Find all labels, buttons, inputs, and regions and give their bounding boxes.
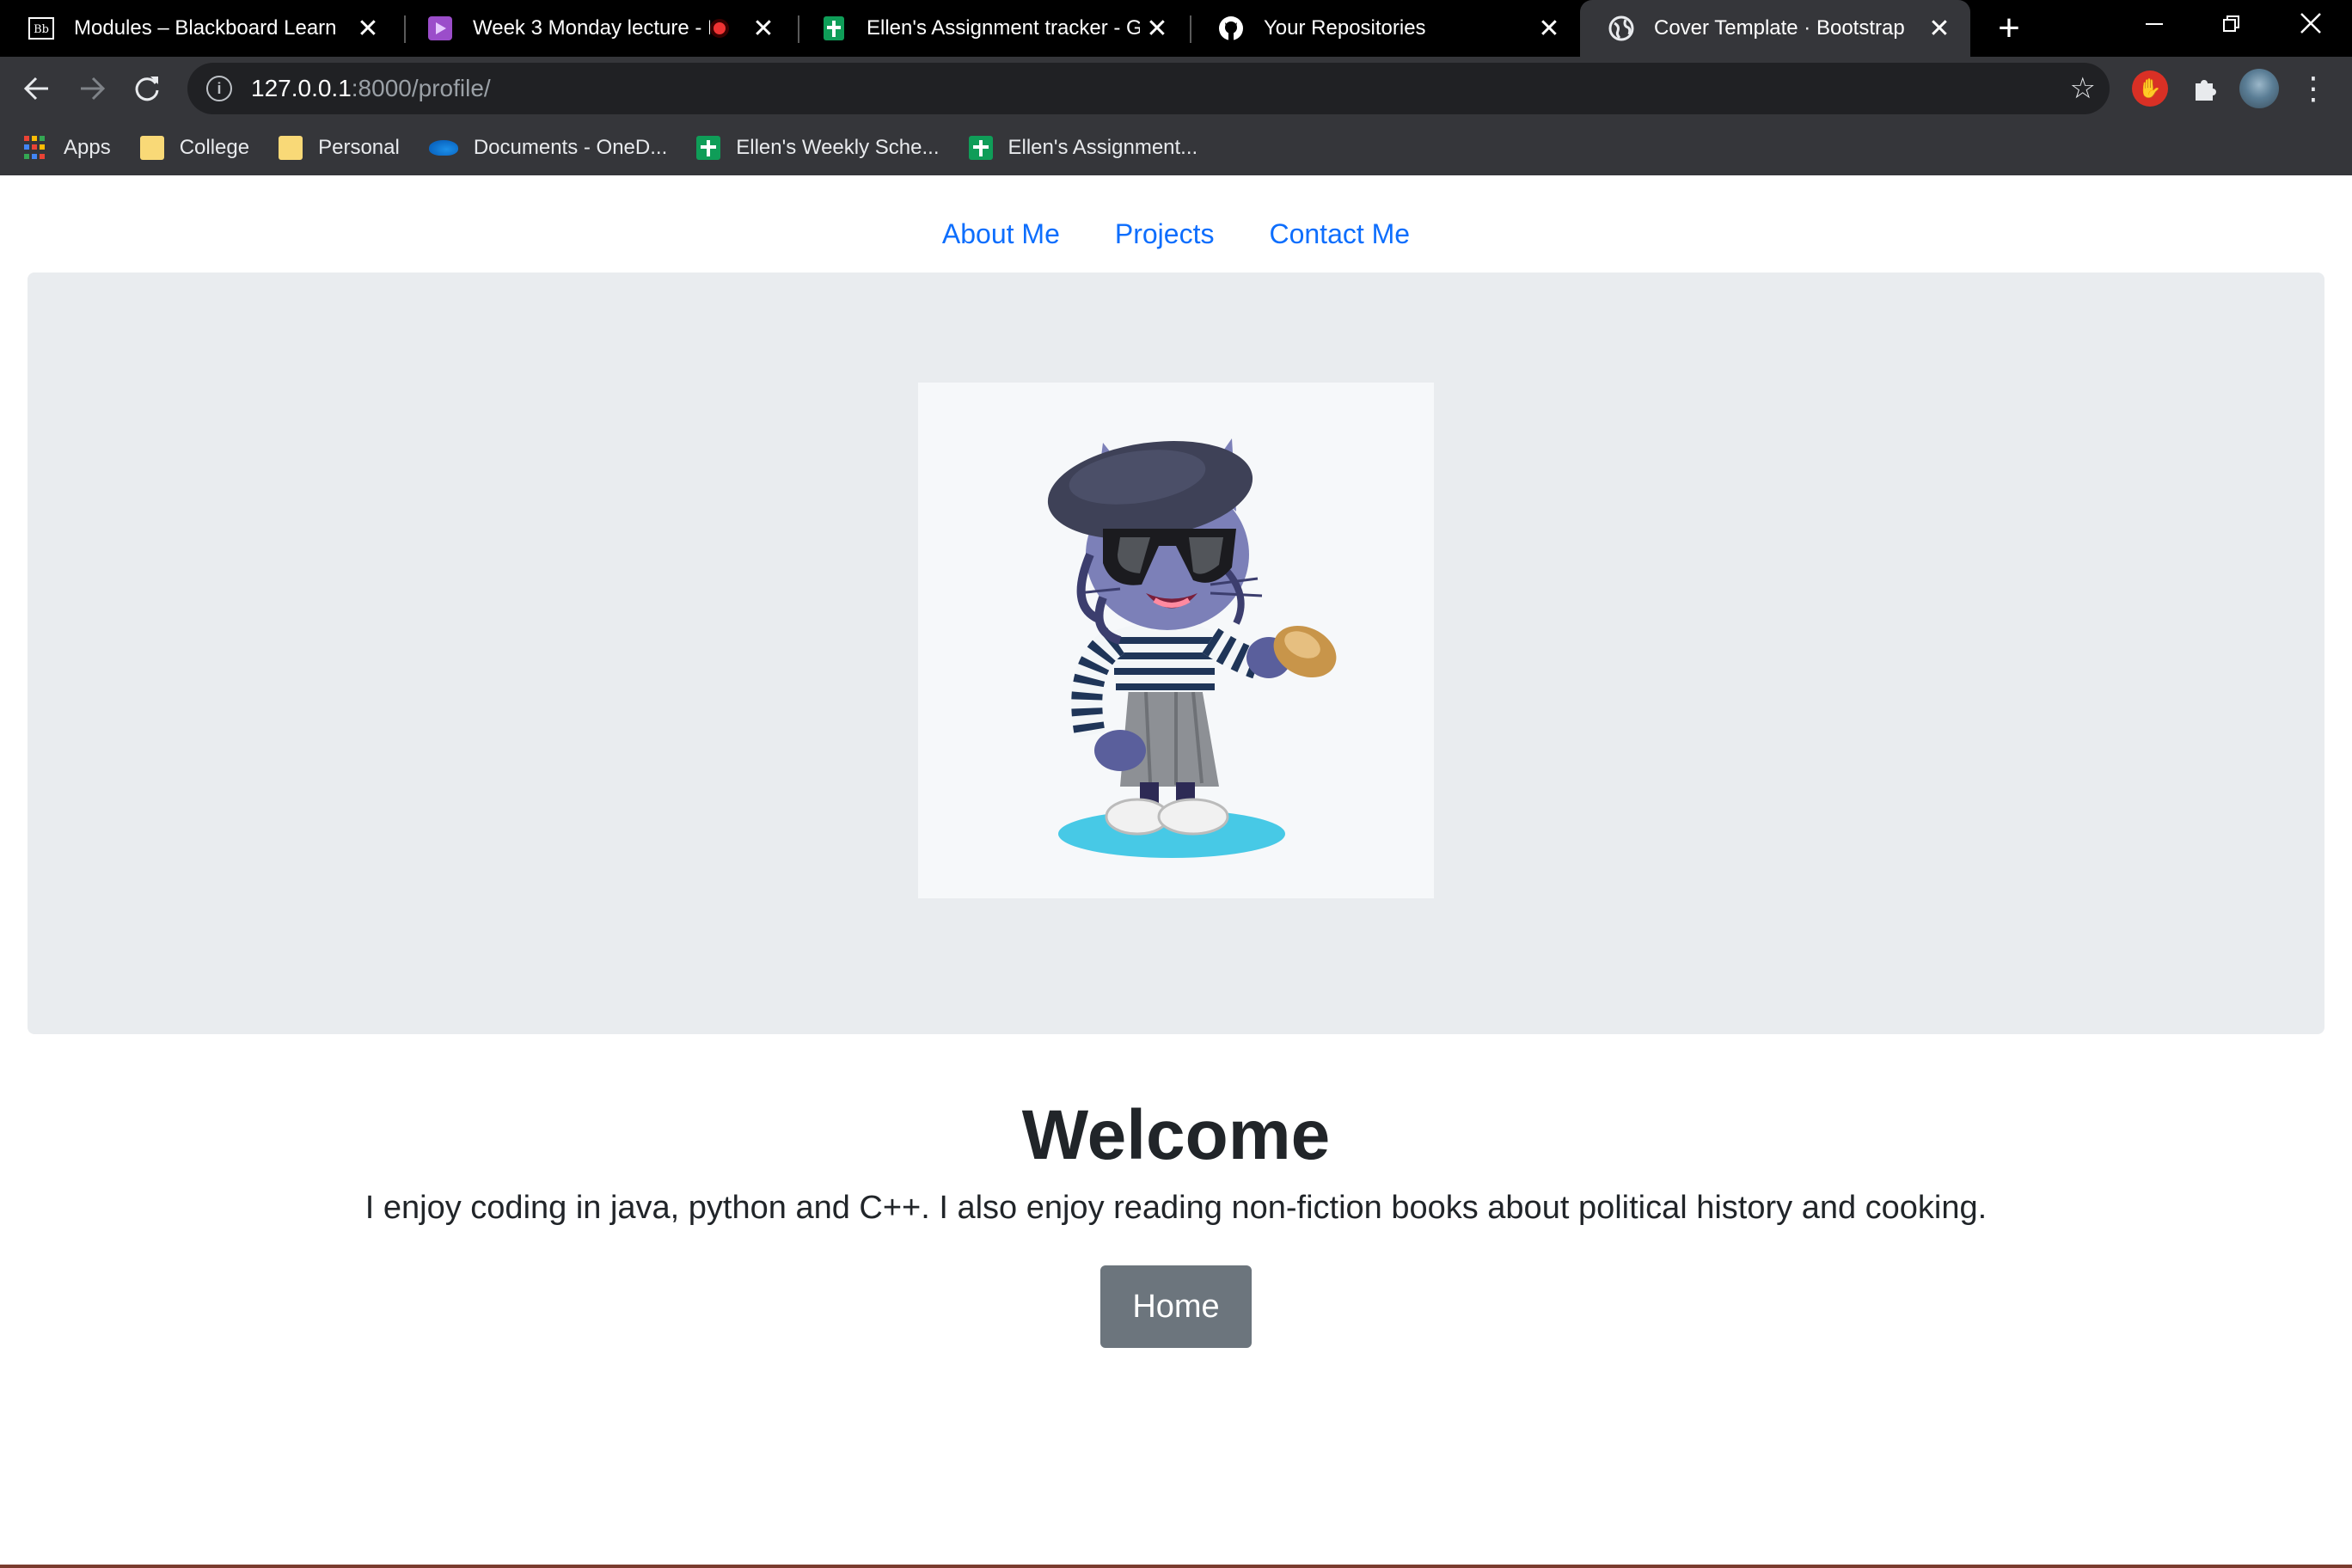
tab-github-repositories[interactable]: Your Repositories ✕ <box>1190 0 1580 57</box>
back-icon[interactable] <box>15 67 58 110</box>
tab-blackboard[interactable]: Bb Modules – Blackboard Learn ✕ <box>0 0 399 57</box>
tab-strip: Bb Modules – Blackboard Learn ✕ Week 3 M… <box>0 0 2352 57</box>
url-host: 127.0.0.1 <box>251 75 352 101</box>
more-options-icon[interactable]: ⋮ <box>2295 70 2331 107</box>
video-icon <box>426 15 454 42</box>
recording-icon <box>710 19 729 38</box>
google-sheets-icon <box>696 136 721 160</box>
tab-title: Cover Template · Bootstrap <box>1654 16 1905 40</box>
bookmark-label: Personal <box>318 136 400 159</box>
reload-icon[interactable] <box>126 67 168 110</box>
bookmark-apps[interactable]: Apps <box>24 136 111 160</box>
tab-title: Your Repositories <box>1264 16 1426 40</box>
browser-chrome: Bb Modules – Blackboard Learn ✕ Week 3 M… <box>0 0 2352 175</box>
bookmarks-bar: Apps College Personal Documents - OneD..… <box>0 120 2352 175</box>
minimize-icon[interactable] <box>2116 0 2192 52</box>
site-nav: About Me Projects Contact Me <box>0 218 2352 250</box>
ad-block-extension-icon[interactable]: ✋ <box>2132 70 2168 107</box>
blackboard-icon: Bb <box>28 15 55 42</box>
bookmark-assignment-tracker[interactable]: Ellen's Assignment... <box>968 136 1198 160</box>
close-icon[interactable]: ✕ <box>351 14 385 44</box>
profile-avatar[interactable] <box>2239 69 2279 108</box>
bookmark-folder-personal[interactable]: Personal <box>279 136 400 160</box>
folder-icon <box>279 136 303 160</box>
nav-link-contact-me[interactable]: Contact Me <box>1269 218 1410 250</box>
onedrive-icon <box>428 140 458 156</box>
bookmark-label: Documents - OneD... <box>473 136 668 159</box>
tab-title: Modules – Blackboard Learn <box>74 16 337 40</box>
info-icon[interactable]: i <box>206 76 232 101</box>
web-page: About Me Projects Contact Me Welcome I e… <box>0 175 2352 1568</box>
bookmark-onedrive-documents[interactable]: Documents - OneD... <box>428 136 668 160</box>
github-icon <box>1217 15 1245 42</box>
close-icon[interactable]: ✕ <box>1140 14 1174 44</box>
divider <box>0 1565 2352 1568</box>
bookmark-star-icon[interactable]: ☆ <box>2070 71 2096 106</box>
nav-link-about-me[interactable]: About Me <box>942 218 1060 250</box>
nav-link-projects[interactable]: Projects <box>1115 218 1215 250</box>
url-path: :8000/profile/ <box>351 75 491 101</box>
bookmark-label: College <box>179 136 250 159</box>
bookmark-label: Apps <box>64 136 111 159</box>
tab-title: Ellen's Assignment tracker - Go <box>867 16 1140 40</box>
bookmark-folder-college[interactable]: College <box>139 136 250 160</box>
profile-image <box>918 383 1434 898</box>
bookmark-label: Ellen's Weekly Sche... <box>736 136 940 159</box>
close-icon[interactable]: ✕ <box>746 14 781 44</box>
folder-icon <box>139 136 164 160</box>
tab-assignment-tracker[interactable]: Ellen's Assignment tracker - Go ✕ <box>793 0 1188 57</box>
close-icon[interactable]: ✕ <box>1922 14 1957 44</box>
tab-title: Week 3 Monday lecture - E <box>473 16 710 40</box>
bookmark-label: Ellen's Assignment... <box>1008 136 1198 159</box>
browser-toolbar: i 127.0.0.1:8000/profile/ ☆ ✋ ⋮ <box>0 57 2352 120</box>
new-tab-button[interactable]: + <box>1988 7 2030 50</box>
globe-icon <box>1608 15 1635 42</box>
home-button[interactable]: Home <box>1100 1265 1252 1348</box>
bookmark-weekly-schedule[interactable]: Ellen's Weekly Sche... <box>696 136 940 160</box>
hero-jumbotron <box>28 273 2324 1034</box>
forward-icon[interactable] <box>70 67 113 110</box>
lead-text: I enjoy coding in java, python and C++. … <box>364 1190 1988 1226</box>
svg-text:Bb: Bb <box>34 23 49 36</box>
address-bar[interactable]: i 127.0.0.1:8000/profile/ ☆ <box>187 63 2110 114</box>
page-title: Welcome <box>1021 1096 1331 1174</box>
close-icon[interactable]: ✕ <box>1532 14 1566 44</box>
apps-grid-icon <box>24 136 48 160</box>
google-sheets-icon <box>968 136 993 160</box>
extensions-puzzle-icon[interactable] <box>2186 70 2222 107</box>
restore-icon[interactable] <box>2194 0 2269 52</box>
tab-cover-template[interactable]: Cover Template · Bootstrap ✕ <box>1580 0 1970 57</box>
octocat-illustration <box>1047 438 1337 858</box>
google-sheets-icon <box>820 15 848 42</box>
window-close-icon[interactable] <box>2273 0 2349 52</box>
tab-lecture-video[interactable]: Week 3 Monday lecture - E ✕ <box>399 0 794 57</box>
